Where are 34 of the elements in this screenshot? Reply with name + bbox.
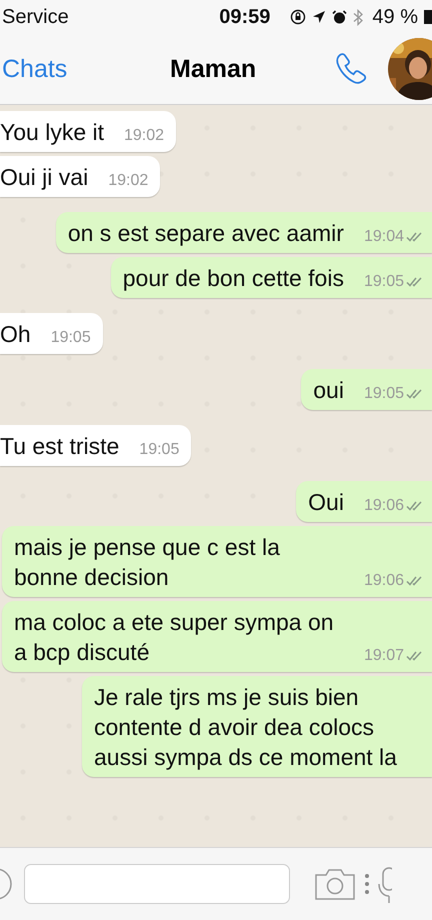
message-text: Je rale tjrs ms je suis bien contente d avoir dea colocs aussi sympa ds ce moment la: [94, 683, 398, 772]
message-text: on s est separe avec aamir: [68, 219, 344, 248]
battery-percent: 49 %: [372, 6, 418, 28]
message-text: pour de bon cette fois: [122, 264, 344, 293]
alarm-icon: [332, 10, 348, 24]
message-input[interactable]: [24, 864, 290, 904]
message-time: 19:05: [50, 329, 91, 347]
message-time: 19:05: [364, 385, 404, 403]
message-text: Tu est triste: [0, 432, 120, 461]
message-time: 19:05: [139, 441, 180, 459]
message-time: 19:02: [124, 127, 164, 145]
message-text: Oui ji vai: [0, 163, 88, 192]
message-time: 19:06: [364, 497, 404, 515]
rotation-lock-icon: [290, 9, 306, 25]
message-text: You lyke it: [0, 118, 104, 147]
message-text: mais je pense que c est la bonne decision: [14, 533, 281, 592]
status-time: 09:59: [219, 6, 270, 28]
message-time: 19:02: [108, 172, 148, 190]
message-time: 19:04: [364, 228, 404, 246]
back-link[interactable]: Chats: [2, 54, 162, 84]
chat-title: Maman: [170, 54, 258, 84]
battery-icon: [424, 10, 432, 24]
location-arrow-icon: [312, 10, 326, 24]
message-text: Oui: [308, 488, 344, 517]
bluetooth-icon: [353, 8, 364, 26]
message-text: ma coloc a ete super sympa on a bcp discuté: [14, 608, 335, 667]
camera-icon[interactable]: [314, 867, 356, 901]
message-time: 19:06: [364, 572, 404, 590]
message-time: 19:07: [364, 647, 404, 665]
more-icon[interactable]: [364, 873, 370, 895]
message-time: 19:05: [364, 273, 404, 291]
carrier-name: Service: [2, 6, 70, 28]
message-text: Oh: [0, 320, 31, 349]
message-text: oui: [313, 376, 344, 405]
